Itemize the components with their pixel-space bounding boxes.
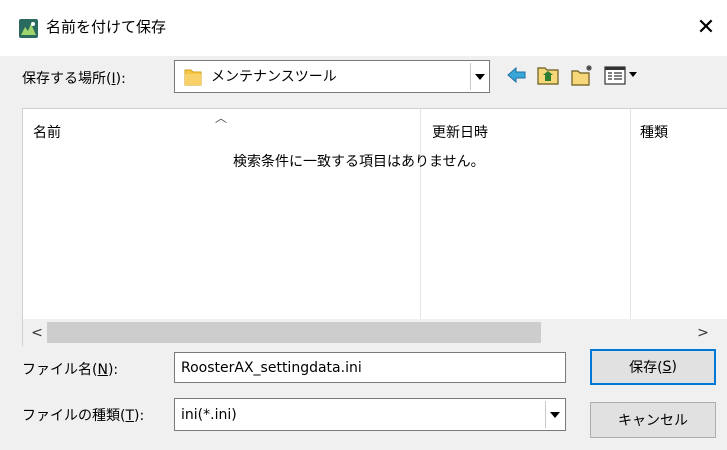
save-location-value: メンテナンスツール bbox=[211, 69, 337, 85]
save-location-dropdown[interactable]: メンテナンスツール bbox=[174, 60, 490, 93]
scroll-right-icon[interactable]: > bbox=[693, 319, 713, 347]
file-list[interactable]: ︿ 名前 更新日時 種類 検索条件に一致する項目はありません。 < > bbox=[22, 108, 727, 347]
back-arrow-icon[interactable] bbox=[505, 63, 529, 87]
column-header-type[interactable]: 種類 bbox=[640, 123, 668, 143]
view-menu-icon[interactable] bbox=[604, 63, 642, 87]
app-icon bbox=[19, 19, 38, 38]
close-icon[interactable]: ✕ bbox=[686, 8, 726, 48]
filetype-dropdown[interactable]: ini(*.ini) bbox=[174, 398, 566, 431]
up-folder-icon[interactable] bbox=[536, 63, 560, 87]
column-divider bbox=[420, 109, 421, 319]
scroll-left-icon[interactable]: < bbox=[27, 319, 47, 347]
folder-icon bbox=[184, 67, 202, 86]
horizontal-scrollbar[interactable]: < > bbox=[23, 319, 727, 347]
window-title: 名前を付けて保存 bbox=[46, 18, 167, 36]
title-bar: 名前を付けて保存 ✕ bbox=[0, 0, 727, 56]
filetype-value: ini(*.ini) bbox=[181, 407, 237, 423]
chevron-down-icon[interactable] bbox=[545, 401, 563, 428]
filename-label: ファイル名(N): bbox=[22, 362, 119, 378]
save-button[interactable]: 保存(S) bbox=[590, 349, 716, 385]
empty-message: 検索条件に一致する項目はありません。 bbox=[233, 154, 485, 170]
column-header-date[interactable]: 更新日時 bbox=[432, 123, 488, 143]
column-header-name[interactable]: 名前 bbox=[33, 123, 61, 143]
filetype-label: ファイルの種類(T): bbox=[22, 408, 145, 424]
save-location-label: 保存する場所(I): bbox=[22, 71, 126, 87]
chevron-down-icon[interactable] bbox=[470, 63, 488, 90]
scroll-thumb[interactable] bbox=[47, 322, 541, 343]
new-folder-icon[interactable] bbox=[570, 63, 594, 87]
sort-caret-icon: ︿ bbox=[215, 111, 228, 125]
filename-input[interactable]: RoosterAX_settingdata.ini bbox=[174, 352, 566, 383]
column-divider bbox=[630, 109, 631, 319]
cancel-button[interactable]: キャンセル bbox=[590, 402, 716, 438]
